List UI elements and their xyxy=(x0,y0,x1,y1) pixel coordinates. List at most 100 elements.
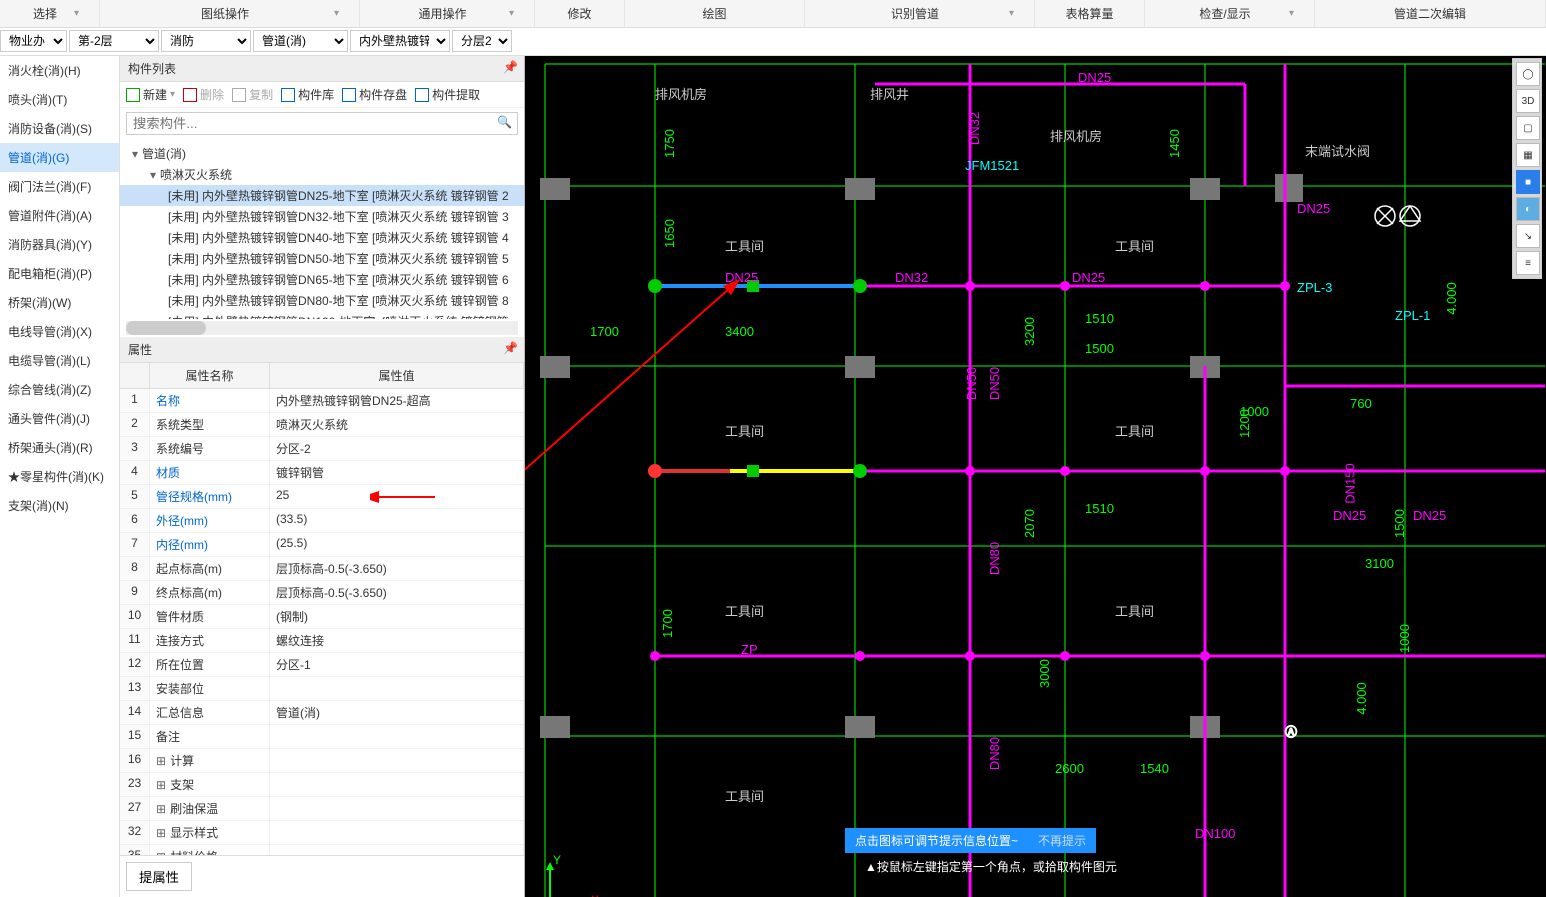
biz-select[interactable]: 物业办 xyxy=(0,30,67,52)
prop-row[interactable]: 11连接方式螺纹连接 xyxy=(120,629,524,653)
cad-canvas[interactable]: Ⓐ 排风机房 排风井 排风机房 末端试水阀 工具间 工具间 工具间 工具间 工具… xyxy=(525,56,1546,897)
nav-item[interactable]: 支架(消)(N) xyxy=(0,491,119,520)
menu-4[interactable]: 绘图 xyxy=(625,0,805,27)
dim-label: 1000 xyxy=(1397,624,1412,653)
room-label: 工具间 xyxy=(1115,236,1154,255)
nav-item[interactable]: 消防器具(消)(Y) xyxy=(0,230,119,259)
tree-item[interactable]: [未用] 内外壁热镀锌钢管DN40-地下室 [喷淋灭火系统 镀锌钢管 4 xyxy=(120,227,524,248)
hint-dismiss[interactable]: 不再提示 xyxy=(1038,832,1086,849)
nav-item[interactable]: 综合管线(消)(Z) xyxy=(0,375,119,404)
prop-row[interactable]: 10管件材质(钢制) xyxy=(120,605,524,629)
copy-button[interactable]: 复制 xyxy=(232,86,273,103)
room-label: 工具间 xyxy=(1115,601,1154,620)
prop-row[interactable]: 12所在位置分区-1 xyxy=(120,653,524,677)
prop-row[interactable]: 13安装部位 xyxy=(120,677,524,701)
nav-item[interactable]: 桥架通头(消)(R) xyxy=(0,433,119,462)
tree-group[interactable]: ▾喷淋灭火系统 xyxy=(120,164,524,185)
sys-select[interactable]: 消防 xyxy=(161,30,251,52)
room-label: 末端试水阀 xyxy=(1305,141,1370,160)
tool-cube-icon[interactable]: ▢ xyxy=(1516,116,1540,140)
prop-row[interactable]: 9终点标高(m)层顶标高-0.5(-3.650) xyxy=(120,581,524,605)
zone-select[interactable]: 分层2 xyxy=(452,30,512,52)
component-list-header: 构件列表 📌 xyxy=(120,56,524,82)
tree-hscroll[interactable] xyxy=(126,321,518,335)
prop-row[interactable]: 27⊞刷油保温 xyxy=(120,797,524,821)
nav-item[interactable]: 桥架(消)(W) xyxy=(0,288,119,317)
tree-item[interactable]: [未用] 内外壁热镀锌钢管DN32-地下室 [喷淋灭火系统 镀锌钢管 3 xyxy=(120,206,524,227)
prop-row[interactable]: 6外径(mm)(33.5) xyxy=(120,509,524,533)
nav-item[interactable]: 配电箱柜(消)(P) xyxy=(0,259,119,288)
prop-row[interactable]: 2系统类型喷淋灭火系统 xyxy=(120,413,524,437)
menu-0[interactable]: 选择▾ xyxy=(0,0,100,27)
search-icon[interactable]: 🔍 xyxy=(497,115,512,129)
comp-select[interactable]: 管道(消) xyxy=(253,30,348,52)
props-pin-icon[interactable]: 📌 xyxy=(503,341,518,355)
extract-button[interactable]: 构件提取 xyxy=(415,86,480,103)
menu-1[interactable]: 图纸操作▾ xyxy=(100,0,360,27)
tree-item[interactable]: [未用] 内外壁热镀锌钢管DN65-地下室 [喷淋灭火系统 镀锌钢管 6 xyxy=(120,269,524,290)
room-label: 工具间 xyxy=(725,601,764,620)
tree-root[interactable]: ▾管道(消) xyxy=(120,143,524,164)
save-button[interactable]: 构件存盘 xyxy=(342,86,407,103)
dim-label: 1510 xyxy=(1085,311,1114,326)
menu-7[interactable]: 检查/显示▾ xyxy=(1145,0,1315,27)
nav-item[interactable]: ★零星构件(消)(K) xyxy=(0,462,119,491)
dim-label: 4.000 xyxy=(1444,282,1459,315)
nav-item[interactable]: 电缆导管(消)(L) xyxy=(0,346,119,375)
tool-list-icon[interactable]: ≡ xyxy=(1516,251,1540,275)
pipe-label: DN25 xyxy=(1413,508,1446,523)
tree-item[interactable]: [未用] 内外壁热镀锌钢管DN50-地下室 [喷淋灭火系统 镀锌钢管 5 xyxy=(120,248,524,269)
dim-label: 3200 xyxy=(1022,317,1037,346)
prop-row[interactable]: 4材质镀锌钢管 xyxy=(120,461,524,485)
nav-item[interactable]: 喷头(消)(T) xyxy=(0,85,119,114)
room-label: 工具间 xyxy=(1115,421,1154,440)
nav-item[interactable]: 消火栓(消)(H) xyxy=(0,56,119,85)
menu-3[interactable]: 修改 xyxy=(535,0,625,27)
nav-item[interactable]: 管道(消)(G) xyxy=(0,143,119,172)
pipe-label: ZPL-1 xyxy=(1395,308,1430,323)
prop-row[interactable]: 7内径(mm)(25.5) xyxy=(120,533,524,557)
prop-row[interactable]: 15备注 xyxy=(120,725,524,749)
tool-water-icon[interactable]: ◐ xyxy=(1516,197,1540,221)
nav-item[interactable]: 阀门法兰(消)(F) xyxy=(0,172,119,201)
pipe-label: ZP xyxy=(741,642,758,657)
nav-item[interactable]: 管道附件(消)(A) xyxy=(0,201,119,230)
props-column-header: 属性名称 属性值 xyxy=(120,363,524,389)
menu-2[interactable]: 通用操作▾ xyxy=(360,0,535,27)
prop-row[interactable]: 3系统编号分区-2 xyxy=(120,437,524,461)
menu-6[interactable]: 表格算量 xyxy=(1035,0,1145,27)
pipe-label: DN25 xyxy=(725,270,758,285)
tree-item[interactable]: [未用] 内外壁热镀锌钢管DN100-地下室. [喷淋灭火系统 镀锌钢管 xyxy=(120,311,524,319)
dim-label: 3000 xyxy=(1037,659,1052,688)
pin-icon[interactable]: 📌 xyxy=(503,60,518,74)
tool-solid-icon[interactable]: ■ xyxy=(1516,170,1540,194)
prop-row[interactable]: 35⊞材料价格 xyxy=(120,845,524,855)
prop-row[interactable]: 23⊞支架 xyxy=(120,773,524,797)
mat-select[interactable]: 内外壁热镀锌钢 xyxy=(350,30,450,52)
dim-label: 3400 xyxy=(725,324,754,339)
floor-select[interactable]: 第-2层 xyxy=(69,30,159,52)
tool-box-icon[interactable]: ▦ xyxy=(1516,143,1540,167)
search-input[interactable] xyxy=(126,112,518,135)
tool-arrow-icon[interactable]: ↘ xyxy=(1516,224,1540,248)
prop-row[interactable]: 8起点标高(m)层顶标高-0.5(-3.650) xyxy=(120,557,524,581)
room-label: 排风机房 xyxy=(655,84,707,103)
new-button[interactable]: 新建 ▾ xyxy=(126,86,175,103)
delete-button[interactable]: 删除 xyxy=(183,86,224,103)
lib-button[interactable]: 构件库 xyxy=(281,86,334,103)
tool-3d-icon[interactable]: 3D xyxy=(1516,89,1540,113)
nav-item[interactable]: 电线导管(消)(X) xyxy=(0,317,119,346)
menu-8[interactable]: 管道二次编辑 xyxy=(1315,0,1546,27)
nav-item[interactable]: 消防设备(消)(S) xyxy=(0,114,119,143)
prop-row[interactable]: 1名称内外壁热镀锌钢管DN25-超高 xyxy=(120,389,524,413)
menu-5[interactable]: 识别管道▾ xyxy=(805,0,1035,27)
prop-row[interactable]: 14汇总信息管道(消) xyxy=(120,701,524,725)
tree-item[interactable]: [未用] 内外壁热镀锌钢管DN80-地下室 [喷淋灭火系统 镀锌钢管 8 xyxy=(120,290,524,311)
tool-globe-icon[interactable]: ◯ xyxy=(1516,62,1540,86)
tree-item[interactable]: [未用] 内外壁热镀锌钢管DN25-地下室 [喷淋灭火系统 镀锌钢管 2 xyxy=(120,185,524,206)
prop-row[interactable]: 5管径规格(mm)25 xyxy=(120,485,524,509)
extract-prop-button[interactable]: 提属性 xyxy=(126,862,192,891)
nav-item[interactable]: 通头管件(消)(J) xyxy=(0,404,119,433)
prop-row[interactable]: 16⊞计算 xyxy=(120,749,524,773)
prop-row[interactable]: 32⊞显示样式 xyxy=(120,821,524,845)
